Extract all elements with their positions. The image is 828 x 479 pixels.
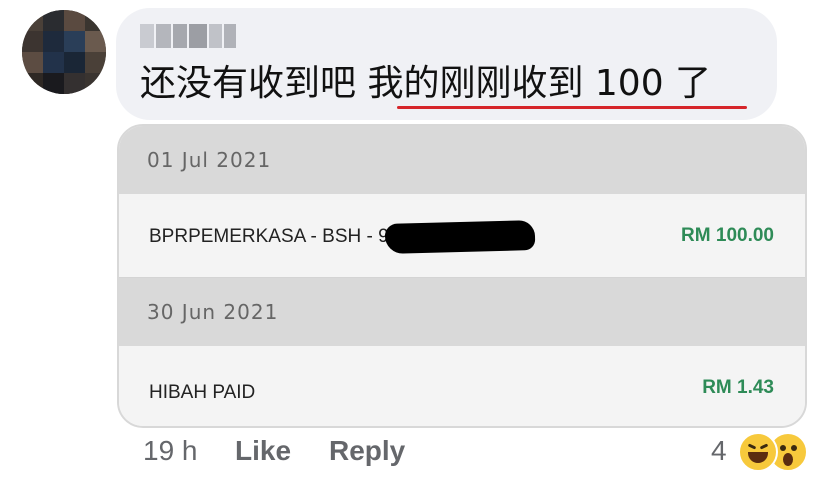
avatar[interactable] [22, 10, 106, 94]
transaction-date: 01 Jul 2021 [147, 148, 272, 172]
comment-text-plain: 还没有收到吧 [140, 63, 368, 104]
author-name-redacted[interactable] [140, 24, 237, 48]
haha-icon[interactable] [738, 432, 778, 472]
transaction-description: HIBAH PAID [149, 382, 256, 403]
comment-text: 还没有收到吧 我的刚刚收到 100 了 [140, 60, 711, 108]
transaction-row: HIBAH PAID RM 1.43 [119, 346, 805, 426]
transaction-date: 30 Jun 2021 [147, 300, 279, 324]
comment-text-underlined: 我的刚刚收到 100 了 [367, 63, 712, 104]
red-underline-annotation [397, 106, 747, 109]
like-button[interactable]: Like [235, 435, 291, 475]
redaction-mark [384, 220, 536, 254]
transaction-image[interactable]: 01 Jul 2021 BPRPEMERKASA - BSH - 9 RM 10… [117, 124, 807, 428]
comment-timestamp[interactable]: 19 h [143, 435, 198, 475]
date-row: 30 Jun 2021 [119, 278, 805, 347]
transaction-amount: RM 100.00 [681, 225, 774, 246]
transaction-description: BPRPEMERKASA - BSH - 9 [149, 226, 389, 247]
reaction-count[interactable]: 4 [711, 435, 727, 475]
reply-button[interactable]: Reply [329, 435, 405, 475]
date-row: 01 Jul 2021 [119, 126, 805, 195]
transaction-amount: RM 1.43 [702, 377, 774, 398]
